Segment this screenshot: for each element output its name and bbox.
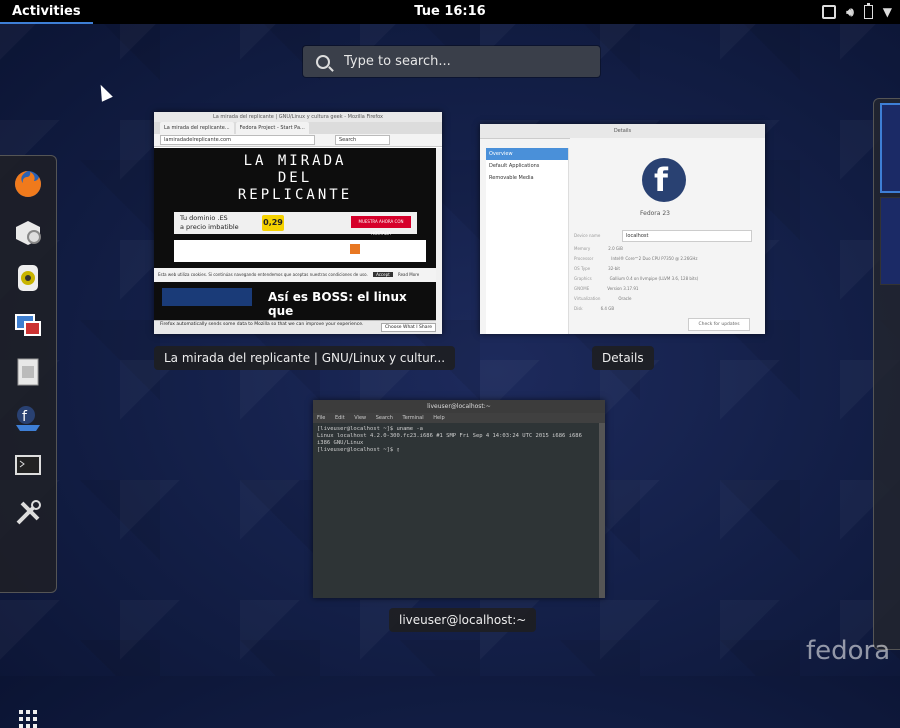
info-row: OS Type 32-bit bbox=[574, 266, 620, 271]
firefox-window[interactable]: La mirada del replicante | GNU/Linux y c… bbox=[154, 112, 442, 334]
workspace-switcher bbox=[873, 98, 900, 650]
tab-replicante[interactable]: La mirada del replicante... bbox=[160, 122, 234, 134]
photos-icon[interactable] bbox=[12, 309, 44, 341]
search-input[interactable] bbox=[342, 53, 576, 70]
terminal-window[interactable]: liveuser@localhost:~ File Edit View Sear… bbox=[313, 400, 605, 598]
files-icon[interactable] bbox=[12, 356, 44, 388]
menu-search[interactable]: Search bbox=[376, 415, 393, 421]
volume-icon[interactable]: 🔊︎ bbox=[846, 5, 854, 20]
battery-icon[interactable] bbox=[863, 3, 873, 19]
info-row: Graphics Gallium 0.4 on llvmpipe (LLVM 3.… bbox=[574, 276, 699, 281]
choose-share-button[interactable]: Choose What I Share bbox=[380, 323, 436, 332]
menu-arrow-icon[interactable]: ▼ bbox=[883, 5, 892, 19]
cookie-accept-button[interactable]: Accept bbox=[373, 272, 393, 277]
web-page[interactable]: LA MIRADA DEL REPLICANTE Tu dominio .ES … bbox=[154, 148, 436, 334]
window-title: Details bbox=[480, 124, 765, 139]
info-row: GNOME Version 3.17.91 bbox=[574, 286, 639, 291]
info-row: Disk 6.4 GB bbox=[574, 306, 615, 311]
fedora-logo-icon bbox=[642, 158, 686, 202]
cookie-notice: Esta web utiliza cookies. Si continúas n… bbox=[154, 268, 438, 282]
menu-file[interactable]: File bbox=[317, 415, 325, 421]
menu-help[interactable]: Help bbox=[433, 415, 444, 421]
terminal-menubar: File Edit View Search Terminal Help bbox=[313, 413, 605, 423]
rhythmbox-icon[interactable] bbox=[12, 262, 44, 294]
advert-banner[interactable]: Tu dominio .ES a precio imbatible 0,29 M… bbox=[174, 212, 417, 236]
fedora-watermark: fedora bbox=[806, 636, 891, 666]
firefox-icon[interactable] bbox=[12, 168, 44, 200]
cookie-more-link[interactable]: Read More bbox=[398, 272, 419, 277]
rss-icon[interactable] bbox=[350, 244, 360, 254]
telemetry-notification: Firefox automatically sends some data to… bbox=[154, 320, 442, 334]
site-title: LA MIRADA DEL REPLICANTE bbox=[237, 153, 353, 203]
info-row: Processor Intel® Core™2 Duo CPU P7350 @ 2… bbox=[574, 256, 698, 261]
firefox-window-caption[interactable]: La mirada del replicante | GNU/Linux y c… bbox=[154, 346, 456, 370]
check-updates-button[interactable]: Check for updates bbox=[688, 318, 750, 331]
sidebar-item-default-apps[interactable]: Default Applications bbox=[486, 160, 568, 172]
device-name-label: Device name bbox=[574, 233, 601, 238]
details-window-caption[interactable]: Details bbox=[592, 346, 654, 370]
workspace-thumbnail-2[interactable] bbox=[880, 197, 900, 285]
sidebar-item-overview[interactable]: Overview bbox=[486, 148, 568, 160]
search-bar[interactable] bbox=[303, 46, 600, 77]
window-icon[interactable] bbox=[822, 5, 837, 19]
info-row: Virtualization Oracle bbox=[574, 296, 632, 301]
system-tray[interactable]: 🔊︎ ▼ bbox=[822, 0, 892, 24]
terminal-icon[interactable] bbox=[12, 450, 44, 482]
software-icon[interactable] bbox=[12, 215, 44, 247]
details-sidebar: Overview Default Applications Removable … bbox=[486, 148, 569, 334]
activities-button[interactable]: Activities bbox=[0, 0, 93, 24]
scrollbar[interactable] bbox=[599, 423, 605, 598]
app-grid-icon[interactable] bbox=[19, 710, 37, 728]
clock[interactable]: Tue 16:16 bbox=[414, 0, 485, 24]
tab-bar: La mirada del replicante... Fedora Proje… bbox=[154, 122, 442, 134]
menu-view[interactable]: View bbox=[354, 415, 366, 421]
terminal-output[interactable]: [liveuser@localhost ~]$ uname -a Linux l… bbox=[313, 423, 605, 457]
menu-terminal[interactable]: Terminal bbox=[403, 415, 424, 421]
search-icon bbox=[316, 54, 330, 69]
sidebar-item-removable-media[interactable]: Removable Media bbox=[486, 172, 568, 184]
scrollbar[interactable] bbox=[436, 148, 442, 334]
tab-fedora[interactable]: Fedora Project - Start Pa... bbox=[235, 122, 309, 134]
os-name: Fedora 23 bbox=[640, 210, 670, 217]
info-row: Memory 2.0 GiB bbox=[574, 246, 623, 251]
top-bar: Activities Tue 16:16 🔊︎ ▼ bbox=[0, 0, 900, 24]
url-bar: lamiradadelreplicante.com Search bbox=[154, 134, 442, 147]
article-thumbnail bbox=[162, 288, 252, 306]
dash: f bbox=[0, 155, 57, 728]
details-window[interactable]: Details Overview Default Applications Re… bbox=[480, 124, 765, 334]
window-title: La mirada del replicante | GNU/Linux y c… bbox=[154, 112, 442, 122]
install-icon[interactable]: f bbox=[12, 403, 44, 435]
site-nav[interactable] bbox=[174, 240, 426, 262]
url-input[interactable]: lamiradadelreplicante.com bbox=[160, 135, 315, 145]
details-overview: Fedora 23 Device name localhost Memory2.… bbox=[570, 138, 765, 334]
workspace-thumbnail-1[interactable] bbox=[880, 103, 900, 193]
window-title: liveuser@localhost:~ bbox=[313, 400, 605, 413]
web-search-input[interactable]: Search bbox=[335, 135, 390, 145]
terminal-window-caption[interactable]: liveuser@localhost:~ bbox=[389, 608, 537, 632]
settings-icon[interactable] bbox=[12, 497, 44, 529]
article-headline[interactable]: Así es BOSS: el linux que bbox=[268, 290, 436, 318]
menu-edit[interactable]: Edit bbox=[335, 415, 345, 421]
device-name-field[interactable]: localhost bbox=[622, 230, 752, 242]
